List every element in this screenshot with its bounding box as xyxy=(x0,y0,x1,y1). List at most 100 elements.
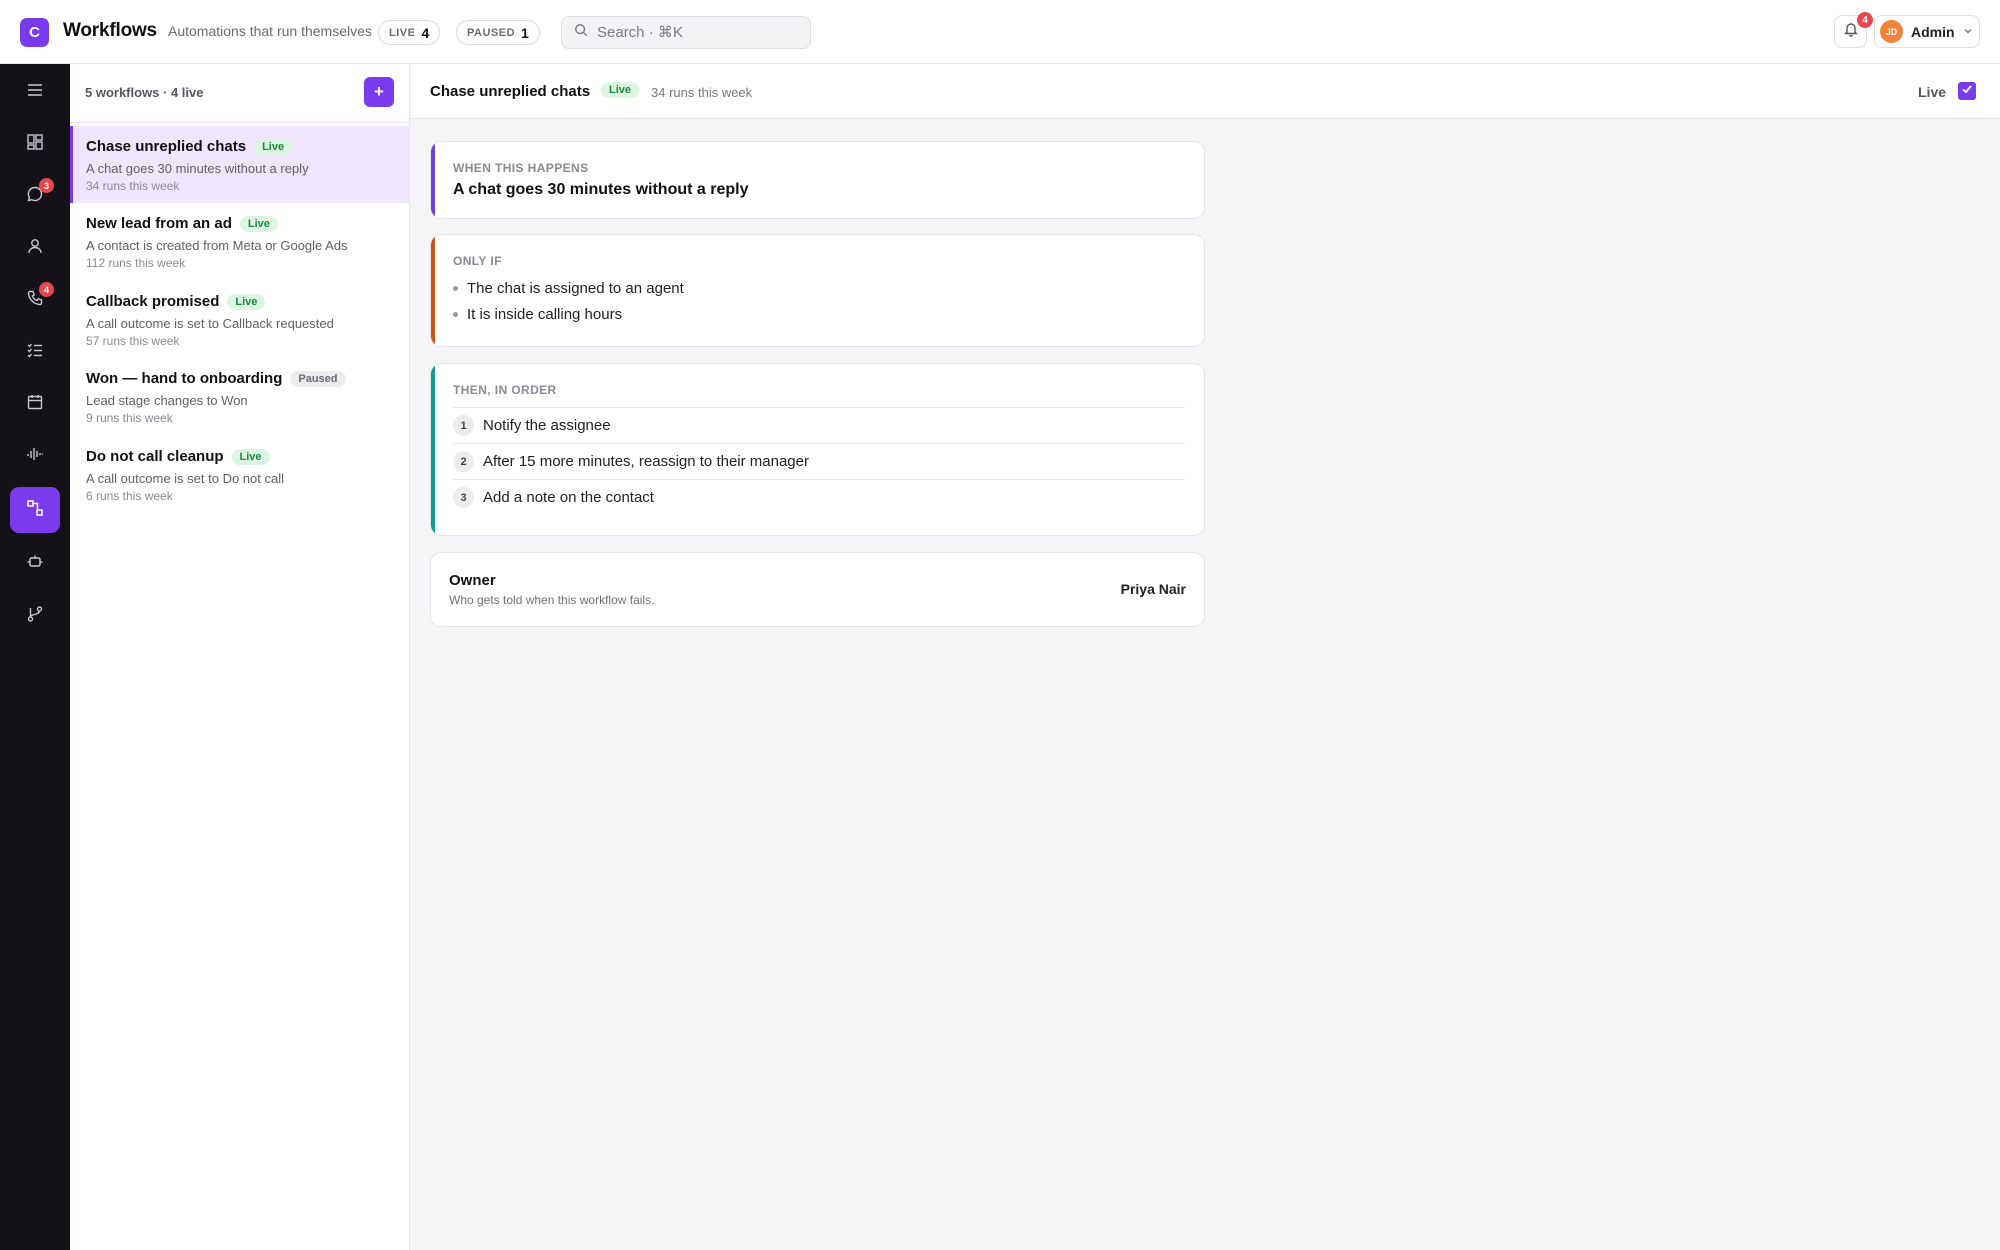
step-text: After 15 more minutes, reassign to their… xyxy=(483,453,809,470)
workflow-run-count: 112 runs this week xyxy=(86,256,186,270)
live-toggle-checkbox[interactable] xyxy=(1958,82,1976,100)
workflow-name: Won — hand to onboarding xyxy=(86,370,283,387)
avatar: JD xyxy=(1880,20,1903,43)
owner-card[interactable]: Owner Who gets told when this workflow f… xyxy=(430,552,1205,627)
rail-dashboard[interactable] xyxy=(10,121,60,167)
live-count-value: 4 xyxy=(421,24,430,41)
nav-rail: 3 4 xyxy=(0,64,70,1250)
rail-workflows[interactable] xyxy=(10,487,60,533)
step-number: 2 xyxy=(453,451,474,472)
workflow-name: Do not call cleanup xyxy=(86,448,224,465)
search-icon xyxy=(574,23,588,42)
rail-menu[interactable] xyxy=(10,69,60,115)
status-badge: Live xyxy=(239,215,278,232)
status-badge: Paused xyxy=(290,370,346,387)
actions-label: THEN, IN ORDER xyxy=(453,383,557,397)
rail-bots[interactable] xyxy=(10,541,60,587)
workflow-detail-run-count: 34 runs this week xyxy=(651,85,753,100)
search-box[interactable] xyxy=(561,16,811,49)
actions-card[interactable]: THEN, IN ORDER 1 Notify the assignee 2 A… xyxy=(430,363,1205,536)
analytics-icon xyxy=(26,445,44,468)
notification-count-badge: 4 xyxy=(1857,12,1873,28)
bullet-icon xyxy=(453,286,458,291)
workflow-run-count: 6 runs this week xyxy=(86,489,173,503)
chevron-down-icon xyxy=(1963,23,1973,41)
action-step[interactable]: 3 Add a note on the contact xyxy=(453,479,1185,515)
workflow-list-item[interactable]: Callback promised Live A call outcome is… xyxy=(70,281,410,358)
conditions-card[interactable]: ONLY IF The chat is assigned to an agent… xyxy=(430,234,1205,347)
trigger-card[interactable]: WHEN THIS HAPPENS A chat goes 30 minutes… xyxy=(430,141,1205,219)
action-step[interactable]: 2 After 15 more minutes, reassign to the… xyxy=(453,443,1185,479)
add-workflow-button[interactable]: + xyxy=(364,77,394,107)
status-badge: Live xyxy=(254,138,293,155)
workflow-run-count: 9 runs this week xyxy=(86,411,173,425)
workflows-icon xyxy=(26,499,44,522)
integrations-icon xyxy=(26,605,44,628)
step-number: 3 xyxy=(453,487,474,508)
user-name: Admin xyxy=(1911,23,1955,40)
notifications-button[interactable]: 4 xyxy=(1834,12,1873,48)
menu-icon xyxy=(26,81,44,104)
workflow-name: Callback promised xyxy=(86,293,220,310)
condition-text: It is inside calling hours xyxy=(467,306,623,323)
workflow-list-item[interactable]: Won — hand to onboarding Paused Lead sta… xyxy=(70,358,410,435)
workflow-list-item[interactable]: Do not call cleanup Live A call outcome … xyxy=(70,436,410,513)
app-logo[interactable]: C xyxy=(20,18,49,47)
step-number: 1 xyxy=(453,415,474,436)
step-text: Add a note on the contact xyxy=(483,489,654,506)
rail-calls[interactable]: 4 xyxy=(10,277,60,323)
rail-integrations[interactable] xyxy=(10,593,60,639)
owner-title: Owner xyxy=(449,572,496,589)
chat-count-badge: 3 xyxy=(39,178,54,193)
condition-text: The chat is assigned to an agent xyxy=(467,280,684,297)
workflow-name: New lead from an ad xyxy=(86,215,232,232)
action-step[interactable]: 1 Notify the assignee xyxy=(453,407,1185,443)
search-input[interactable] xyxy=(597,24,797,41)
conditions-label: ONLY IF xyxy=(453,254,502,268)
workflow-run-count: 57 runs this week xyxy=(86,334,180,348)
user-menu-button[interactable]: JD Admin xyxy=(1874,15,1980,48)
rail-chats[interactable]: 3 xyxy=(10,173,60,219)
paused-count-value: 1 xyxy=(521,24,529,41)
owner-subtitle: Who gets told when this workflow fails. xyxy=(449,593,655,607)
paused-count-label: PAUSED xyxy=(467,26,516,39)
live-toggle-label: Live xyxy=(1918,84,1947,100)
owner-name[interactable]: Priya Nair xyxy=(1121,581,1186,597)
workflow-count: 5 workflows · 4 live xyxy=(85,85,204,100)
workflow-list-panel: 5 workflows · 4 live + Chase unreplied c… xyxy=(70,64,410,1250)
workflow-list-header: 5 workflows · 4 live + xyxy=(70,64,410,123)
status-badge: Live xyxy=(227,293,266,310)
step-text: Notify the assignee xyxy=(483,417,611,434)
top-bar: C Workflows Automations that run themsel… xyxy=(0,0,2000,64)
tasks-icon xyxy=(26,341,44,364)
workflow-name: Chase unreplied chats xyxy=(86,138,247,155)
page-title: Workflows xyxy=(63,20,157,41)
workflow-run-count: 34 runs this week xyxy=(86,179,180,193)
contacts-icon xyxy=(26,237,44,260)
trigger-label: WHEN THIS HAPPENS xyxy=(453,161,589,175)
checkmark-icon xyxy=(1961,82,1973,100)
bell-icon xyxy=(1843,21,1859,42)
bot-icon xyxy=(26,553,44,576)
status-badge: Live xyxy=(601,82,640,98)
rail-contacts[interactable] xyxy=(10,225,60,271)
trigger-text: A chat goes 30 minutes without a reply xyxy=(453,181,749,198)
rail-tasks[interactable] xyxy=(10,329,60,375)
workflow-list-item[interactable]: Chase unreplied chats Live A chat goes 3… xyxy=(70,126,410,203)
calendar-icon xyxy=(26,393,44,416)
workflow-trigger-summary: A contact is created from Meta or Google… xyxy=(86,238,348,253)
condition-item: The chat is assigned to an agent xyxy=(453,280,684,297)
workflow-trigger-summary: A call outcome is set to Callback reques… xyxy=(86,316,334,331)
rail-calendar[interactable] xyxy=(10,381,60,427)
workflow-list-item[interactable]: New lead from an ad Live A contact is cr… xyxy=(70,203,410,280)
workflow-detail-header: Chase unreplied chats Live 34 runs this … xyxy=(411,64,2000,119)
page-subtitle: Automations that run themselves xyxy=(168,23,372,39)
status-badge: Live xyxy=(231,448,270,465)
workflow-trigger-summary: Lead stage changes to Won xyxy=(86,393,248,408)
rail-analytics[interactable] xyxy=(10,433,60,479)
paused-count-pill[interactable]: PAUSED 1 xyxy=(456,20,540,45)
condition-item: It is inside calling hours xyxy=(453,306,622,323)
live-count-pill[interactable]: LIVE 4 xyxy=(378,20,441,45)
dashboard-icon xyxy=(26,133,44,156)
bullet-icon xyxy=(453,312,458,317)
